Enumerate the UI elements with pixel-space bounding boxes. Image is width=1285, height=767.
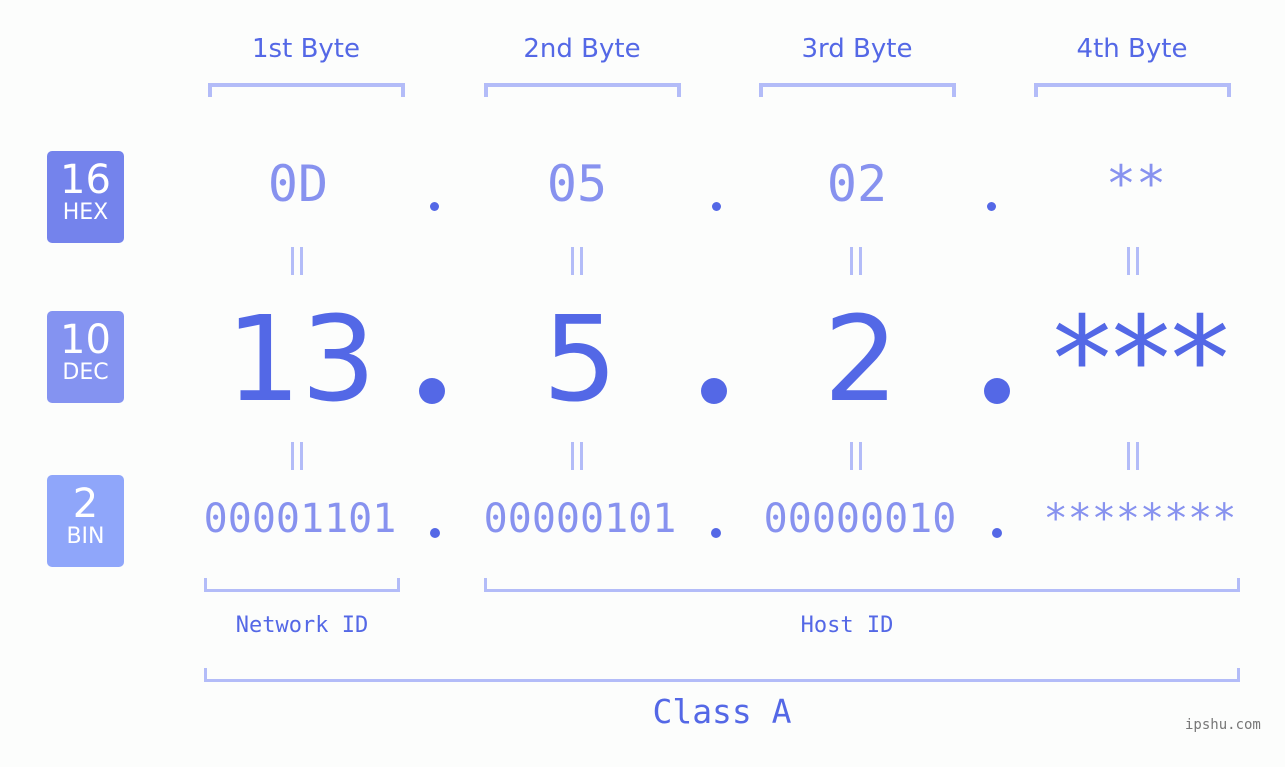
bin-value-3: 00000010	[763, 496, 957, 542]
network-id-bracket	[204, 578, 400, 592]
byte-bracket-2	[484, 83, 681, 97]
hex-value-3: 02	[826, 155, 888, 213]
bin-value-2: 00000101	[483, 496, 677, 542]
bin-badge-number: 2	[72, 481, 99, 527]
bin-separator-1	[430, 528, 440, 538]
hex-badge-label: HEX	[62, 200, 109, 225]
dec-badge-number: 10	[60, 317, 111, 363]
bin-separator-2	[711, 528, 721, 538]
byte-header-3: 3rd Byte	[801, 34, 913, 64]
bin-value-4: ********	[1043, 496, 1237, 542]
byte-header-4: 4th Byte	[1076, 34, 1188, 64]
equals-icon	[571, 247, 583, 275]
hex-value-2: 05	[546, 155, 608, 213]
watermark: ipshu.com	[1185, 717, 1261, 733]
hex-badge: 16 HEX	[47, 151, 124, 243]
bin-value-1: 00001101	[203, 496, 397, 542]
hex-separator-2	[712, 202, 721, 211]
byte-bracket-1	[208, 83, 405, 97]
byte-bracket-4	[1034, 83, 1231, 97]
dec-value-4: ***	[1052, 290, 1230, 428]
bin-badge-label: BIN	[66, 524, 105, 549]
byte-header-1: 1st Byte	[252, 34, 360, 64]
equals-icon	[850, 442, 862, 470]
dec-value-3: 2	[823, 290, 899, 428]
bin-separator-3	[992, 528, 1002, 538]
dec-separator-2	[701, 378, 727, 404]
hex-value-1: 0D	[267, 155, 329, 213]
byte-header-2: 2nd Byte	[523, 34, 641, 64]
dec-badge-label: DEC	[62, 360, 109, 385]
class-bracket	[204, 668, 1240, 682]
network-id-label: Network ID	[235, 613, 369, 638]
dec-separator-1	[419, 378, 445, 404]
dec-separator-3	[984, 378, 1010, 404]
equals-icon	[291, 442, 303, 470]
equals-icon	[850, 247, 862, 275]
dec-badge: 10 DEC	[47, 311, 124, 403]
byte-bracket-3	[759, 83, 956, 97]
dec-value-1: 13	[225, 290, 377, 428]
class-label: Class A	[652, 692, 792, 731]
hex-value-4: **	[1105, 155, 1167, 213]
equals-icon	[571, 442, 583, 470]
equals-icon	[291, 247, 303, 275]
host-id-label: Host ID	[800, 613, 894, 638]
equals-icon	[1127, 442, 1139, 470]
dec-value-2: 5	[542, 290, 618, 428]
hex-separator-3	[987, 202, 996, 211]
host-id-bracket	[484, 578, 1240, 592]
hex-separator-1	[430, 202, 439, 211]
hex-badge-number: 16	[60, 157, 111, 203]
equals-icon	[1127, 247, 1139, 275]
bin-badge: 2 BIN	[47, 475, 124, 567]
